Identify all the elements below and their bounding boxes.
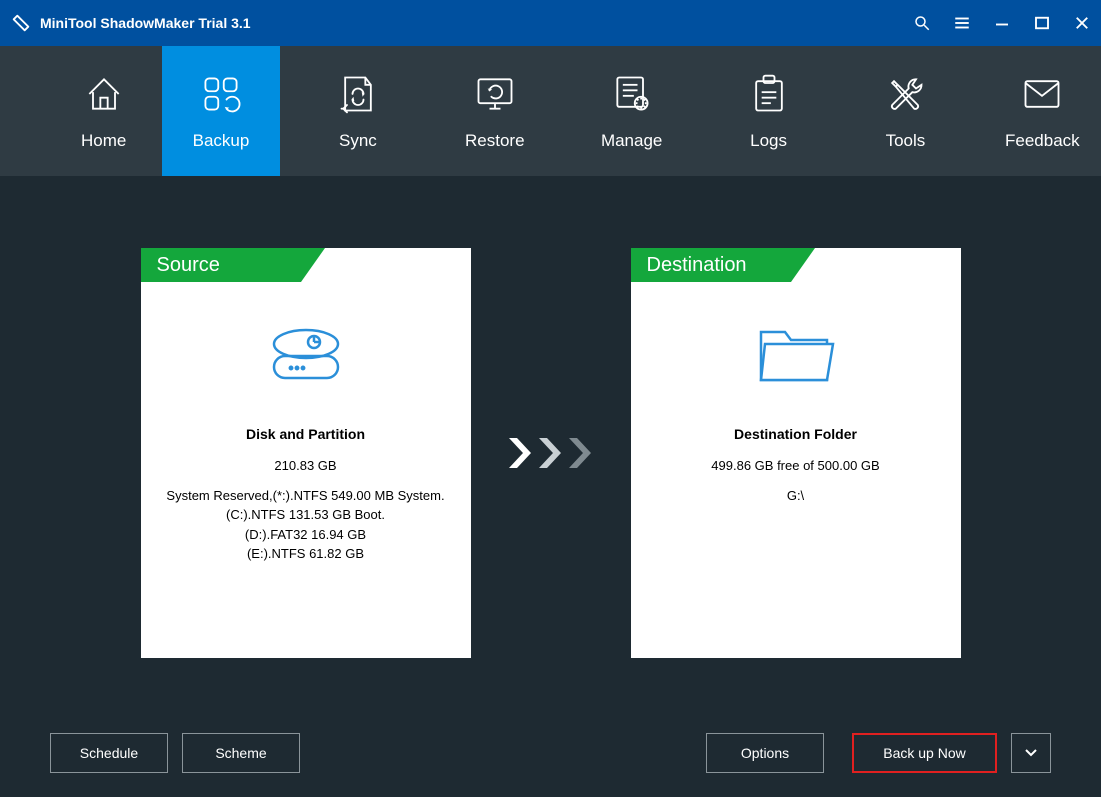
source-title: Disk and Partition bbox=[141, 426, 471, 442]
chevron-down-icon bbox=[1025, 749, 1037, 757]
restore-icon bbox=[473, 71, 517, 117]
arrow-icon bbox=[507, 436, 595, 470]
main-nav: Home Backup Sync Restore Manage Logs bbox=[0, 46, 1101, 176]
destination-panel[interactable]: Destination Destination Folder 499.86 GB… bbox=[631, 248, 961, 658]
tools-icon bbox=[883, 71, 927, 117]
close-icon[interactable] bbox=[1073, 14, 1091, 32]
feedback-icon bbox=[1020, 71, 1064, 117]
source-detail: (C:).NTFS 131.53 GB Boot. bbox=[141, 505, 471, 525]
menu-icon[interactable] bbox=[953, 14, 971, 32]
nav-backup[interactable]: Backup bbox=[162, 46, 279, 176]
destination-title: Destination Folder bbox=[631, 426, 961, 442]
logs-icon bbox=[749, 71, 789, 117]
source-panel[interactable]: Source Disk and Partition 210.83 GB Syst… bbox=[141, 248, 471, 658]
nav-label: Tools bbox=[886, 131, 926, 151]
schedule-button[interactable]: Schedule bbox=[50, 733, 168, 773]
nav-label: Sync bbox=[339, 131, 377, 151]
home-icon bbox=[82, 71, 126, 117]
footer: Schedule Scheme Options Back up Now bbox=[0, 709, 1101, 797]
nav-feedback[interactable]: Feedback bbox=[984, 46, 1101, 176]
app-title: MiniTool ShadowMaker Trial 3.1 bbox=[40, 15, 251, 31]
source-detail: System Reserved,(*:).NTFS 549.00 MB Syst… bbox=[141, 486, 471, 506]
minimize-icon[interactable] bbox=[993, 14, 1011, 32]
disk-icon bbox=[141, 304, 471, 404]
nav-manage[interactable]: Manage bbox=[573, 46, 690, 176]
destination-free: 499.86 GB free of 500.00 GB bbox=[631, 456, 961, 476]
manage-icon bbox=[610, 71, 654, 117]
titlebar: MiniTool ShadowMaker Trial 3.1 bbox=[0, 0, 1101, 46]
options-button[interactable]: Options bbox=[706, 733, 824, 773]
nav-label: Logs bbox=[750, 131, 787, 151]
content-area: Source Disk and Partition 210.83 GB Syst… bbox=[0, 176, 1101, 709]
maximize-icon[interactable] bbox=[1033, 14, 1051, 32]
nav-tools[interactable]: Tools bbox=[847, 46, 964, 176]
backup-now-button[interactable]: Back up Now bbox=[852, 733, 997, 773]
backup-dropdown-button[interactable] bbox=[1011, 733, 1051, 773]
nav-label: Home bbox=[81, 131, 126, 151]
destination-path: G:\ bbox=[631, 486, 961, 506]
nav-label: Restore bbox=[465, 131, 525, 151]
nav-label: Feedback bbox=[1005, 131, 1080, 151]
app-logo-icon bbox=[10, 12, 32, 34]
nav-label: Manage bbox=[601, 131, 662, 151]
scheme-button[interactable]: Scheme bbox=[182, 733, 300, 773]
nav-label: Backup bbox=[193, 131, 250, 151]
destination-header: Destination bbox=[631, 248, 791, 282]
folder-icon bbox=[631, 304, 961, 404]
backup-icon bbox=[199, 71, 243, 117]
search-icon[interactable] bbox=[913, 14, 931, 32]
nav-home[interactable]: Home bbox=[45, 46, 162, 176]
source-detail: (E:).NTFS 61.82 GB bbox=[141, 544, 471, 564]
source-header: Source bbox=[141, 248, 301, 282]
nav-sync[interactable]: Sync bbox=[299, 46, 416, 176]
source-detail: (D:).FAT32 16.94 GB bbox=[141, 525, 471, 545]
source-size: 210.83 GB bbox=[141, 456, 471, 476]
sync-icon bbox=[338, 71, 378, 117]
nav-restore[interactable]: Restore bbox=[436, 46, 553, 176]
nav-logs[interactable]: Logs bbox=[710, 46, 827, 176]
